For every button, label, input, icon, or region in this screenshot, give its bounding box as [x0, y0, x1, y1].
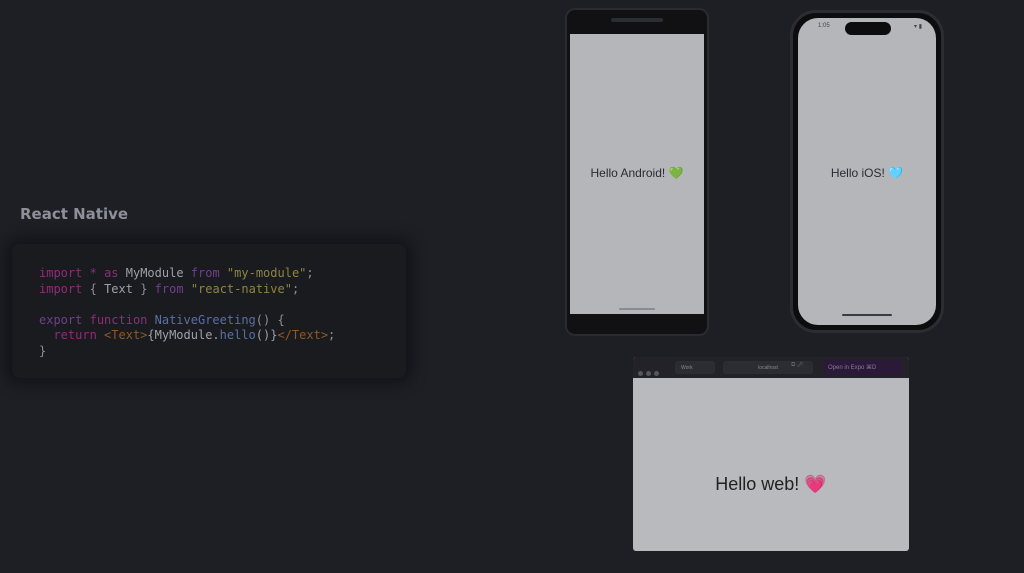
- browser-window: Work localhost ⧉ ⬀ Open in Expo ⌘D Hello…: [633, 357, 909, 551]
- light-blue-heart-icon: 🩵: [888, 166, 904, 180]
- web-greeting: Hello web! 💗: [715, 474, 827, 494]
- code-line-4: export function NativeGreeting() {: [39, 312, 285, 327]
- browser-toolbar: Work localhost ⧉ ⬀ Open in Expo ⌘D: [633, 357, 909, 378]
- status-icons: ▾ ▮: [914, 24, 922, 30]
- browser-content: Hello web! 💗: [633, 378, 909, 551]
- toolbar-icons[interactable]: ⧉ ⬀: [791, 362, 803, 369]
- code-line-6: }: [39, 343, 47, 358]
- open-in-expo-button[interactable]: Open in Expo ⌘D: [824, 360, 902, 375]
- code-line-2: import { Text } from "react-native";: [39, 281, 300, 296]
- android-greeting: Hello Android! 💚: [590, 166, 684, 180]
- ios-greeting: Hello iOS! 🩵: [830, 166, 904, 180]
- android-screen: Hello Android! 💚: [570, 34, 704, 314]
- iphone-screen: 1:05 ▾ ▮ Hello iOS! 🩵: [798, 18, 936, 325]
- browser-tab[interactable]: Work: [675, 361, 715, 374]
- iphone: 1:05 ▾ ▮ Hello iOS! 🩵: [790, 10, 944, 333]
- code-line-5: return <Text>{MyModule.hello()}</Text>;: [53, 328, 336, 342]
- android-phone: Hello Android! 💚: [565, 8, 709, 336]
- dynamic-island: [845, 22, 891, 35]
- reload-icon[interactable]: [654, 371, 659, 376]
- android-home-bar: [619, 308, 655, 310]
- code-panel: import * as MyModule from "my-module"; im…: [12, 244, 406, 378]
- code-line-1: import * as MyModule from "my-module";: [39, 266, 314, 280]
- section-title: React Native: [20, 205, 129, 223]
- android-camera: [611, 18, 663, 22]
- status-time: 1:05: [818, 23, 830, 29]
- iphone-home-bar: [842, 314, 892, 316]
- back-icon[interactable]: [638, 371, 643, 376]
- green-heart-icon: 💚: [668, 166, 684, 180]
- forward-icon[interactable]: [646, 371, 651, 376]
- pink-heart-icon: 💗: [804, 474, 827, 494]
